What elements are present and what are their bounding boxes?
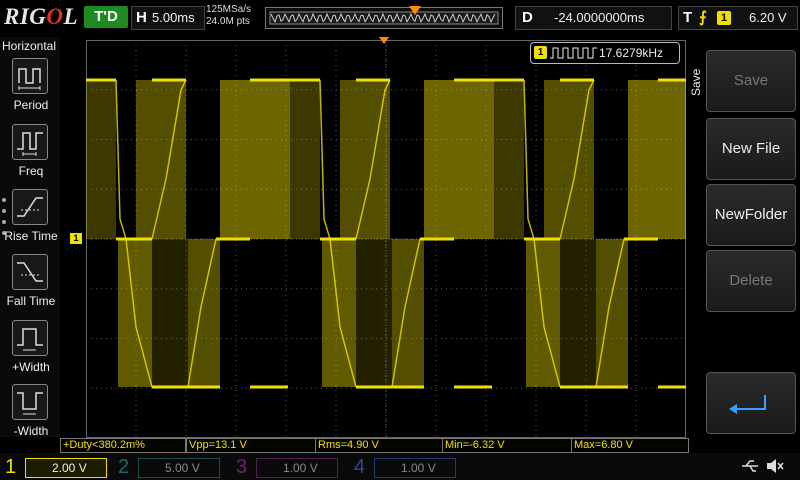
measure-fall-time-label: Fall Time	[6, 294, 56, 308]
channel1-status[interactable]: 1 2.00 V	[5, 456, 113, 478]
measurement-duty: +Duty<380.2m%	[60, 438, 186, 453]
memory-waveform-preview	[269, 11, 499, 25]
measure-negative-width-button[interactable]: -Width	[0, 384, 60, 448]
trigger-settings-box[interactable]: T ⨍ 1 6.20 V	[678, 6, 798, 30]
measure-period-label: Period	[13, 98, 49, 112]
channel2-scale: 5.00 V	[165, 461, 200, 475]
delay-value: -24.0000000ms	[554, 10, 645, 25]
channel3-number: 3	[236, 456, 248, 478]
frequency-icon	[12, 124, 48, 160]
new-folder-button[interactable]: NewFolder	[706, 184, 796, 246]
trigger-key: T	[683, 9, 693, 26]
channel1-scale: 2.00 V	[52, 461, 87, 475]
channel1-number: 1	[5, 456, 17, 478]
rigol-logo: RIGOL	[4, 4, 79, 29]
measure-menu-title: Horizontal	[2, 39, 57, 53]
usb-icon	[742, 460, 758, 472]
channel2-status[interactable]: 2 5.00 V	[118, 456, 226, 478]
frequency-value: 17.6279kHz	[599, 46, 664, 60]
svg-text:Save: Save	[689, 68, 703, 96]
period-icon	[12, 58, 48, 94]
channel4-number: 4	[354, 456, 366, 478]
channel1-waveform	[86, 78, 686, 389]
trigger-position-icon	[379, 37, 389, 44]
channel4-status[interactable]: 4 1.00 V	[354, 456, 462, 478]
timebase-value: 5.00ms	[152, 10, 195, 25]
measurement-max: Max=6.80 V	[571, 438, 689, 453]
mute-icon[interactable]	[765, 457, 785, 475]
measure-positive-width-label: +Width	[12, 360, 50, 374]
measure-negative-width-label: -Width	[13, 424, 49, 438]
fall-time-icon	[12, 254, 48, 290]
measure-period-button[interactable]: Period	[0, 58, 60, 122]
measurement-rms: Rms=4.90 V	[315, 438, 443, 453]
delay-key: D	[522, 9, 533, 26]
trigger-status-badge: T'D	[84, 6, 128, 28]
measure-positive-width-button[interactable]: +Width	[0, 320, 60, 384]
horizontal-timebase-box[interactable]: H 5.00ms	[131, 6, 205, 30]
measure-freq-label: Freq	[18, 164, 44, 178]
frequency-counter-readout: 1 17.6279kHz	[530, 42, 680, 64]
measurement-vpp: Vpp=13.1 V	[186, 438, 316, 453]
delay-box[interactable]: D -24.0000000ms	[515, 6, 672, 30]
measure-rise-time-button[interactable]: Rise Time	[0, 189, 60, 253]
acquisition-info: 125MSa/s 24.0M pts	[206, 4, 251, 28]
measure-fall-time-button[interactable]: Fall Time	[0, 254, 60, 318]
sample-rate: 125MSa/s	[206, 4, 252, 15]
new-file-button[interactable]: New File	[706, 118, 796, 180]
channel1-offset-marker[interactable]: 1	[70, 233, 82, 244]
horizontal-key: H	[136, 9, 147, 26]
trigger-position-marker-icon	[409, 6, 421, 15]
channel4-scale: 1.00 V	[401, 461, 436, 475]
waveform-display[interactable]	[86, 40, 686, 438]
memory-overview-bar	[265, 6, 503, 29]
enter-button[interactable]	[706, 372, 796, 434]
memory-depth: 24.0M pts	[206, 16, 250, 27]
square-wave-icon	[550, 47, 597, 59]
trigger-level: 6.20 V	[749, 10, 787, 25]
rising-edge-icon: ⨍	[699, 9, 707, 26]
positive-width-icon	[12, 320, 48, 356]
enter-icon	[729, 395, 766, 414]
negative-width-icon	[12, 384, 48, 420]
measurement-min: Min=-6.32 V	[442, 438, 572, 453]
channel2-number: 2	[118, 456, 130, 478]
frequency-channel-badge: 1	[534, 46, 547, 59]
delete-button[interactable]: Delete	[706, 250, 796, 312]
measure-freq-button[interactable]: Freq	[0, 124, 60, 188]
measure-rise-time-label: Rise Time	[4, 229, 58, 243]
channel3-scale: 1.00 V	[283, 461, 318, 475]
channel3-status[interactable]: 3 1.00 V	[236, 456, 344, 478]
rise-time-icon	[12, 189, 48, 225]
save-menu-tab: Save	[688, 60, 706, 100]
trigger-channel: 1	[717, 11, 731, 25]
save-button[interactable]: Save	[706, 50, 796, 112]
